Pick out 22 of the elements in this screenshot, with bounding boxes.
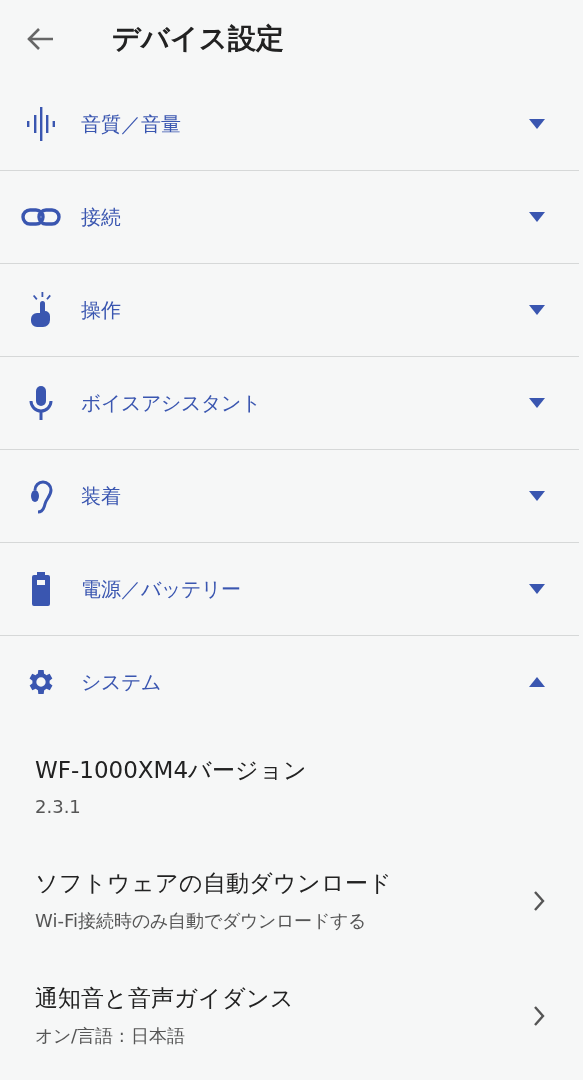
section-header[interactable]: 接続 — [0, 171, 579, 263]
chevron-right-icon — [533, 889, 545, 912]
section-header[interactable]: ボイスアシスタント — [0, 357, 579, 449]
item-title: ソフトウェアの自動ダウンロード — [35, 869, 393, 898]
section-header[interactable]: 電源／バッテリー — [0, 543, 579, 635]
item-detail: 2.3.1 — [35, 795, 82, 817]
section-header[interactable]: システム — [0, 636, 579, 728]
link-icon — [21, 207, 61, 227]
battery-icon — [32, 572, 50, 606]
item-title: 通知音と音声ガイダンス — [35, 984, 295, 1013]
sound-wave-icon — [25, 107, 57, 141]
chevron-right-icon — [533, 1004, 545, 1027]
section-header[interactable]: 操作 — [0, 264, 579, 356]
ear-icon — [29, 478, 53, 514]
item-detail: オン/言語 : 日本語 — [35, 1024, 186, 1048]
item-detail: Wi-Fi接続時のみ自動でダウンロードする — [35, 909, 367, 933]
section-header[interactable]: 音質／音量 — [0, 78, 579, 170]
page-title: デバイス設定 — [112, 21, 284, 57]
section-header[interactable]: 装着 — [0, 450, 579, 542]
back-arrow-icon[interactable] — [26, 27, 54, 51]
item-title: WF-1000XM4バージョン — [35, 755, 309, 785]
microphone-icon — [28, 386, 54, 420]
